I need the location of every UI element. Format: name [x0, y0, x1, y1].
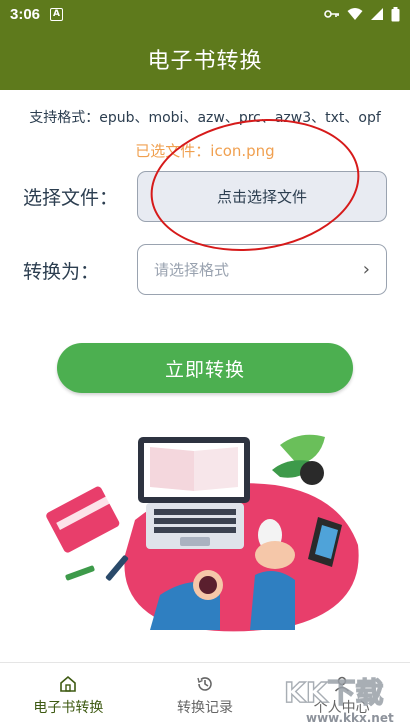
convert-now-button[interactable]: 立即转换 [57, 343, 353, 393]
nav-tab-ebook-convert[interactable]: 电子书转换 [0, 663, 137, 728]
wifi-icon [347, 8, 363, 20]
choose-file-label: 选择文件： [23, 187, 119, 209]
convert-to-label: 转换为： [23, 261, 100, 283]
status-icons [324, 6, 400, 22]
nav-tab-profile[interactable]: 个人中心 [273, 663, 410, 728]
nav-label: 个人中心 [313, 699, 370, 716]
app-bar: 电子书转换 [0, 28, 410, 90]
bottom-nav: 电子书转换 转换记录 个人中心 [0, 662, 410, 728]
signal-icon [371, 8, 383, 20]
format-select[interactable]: 请选择格式 › [137, 244, 387, 295]
nav-label: 转换记录 [177, 699, 233, 716]
choose-file-button[interactable]: 点击选择文件 [137, 171, 387, 222]
history-icon [197, 676, 212, 691]
chevron-right-icon: › [362, 259, 370, 280]
supported-formats-text: 支持格式：epub、mobi、azw、prc、azw3、txt、opf [29, 110, 381, 126]
person-icon [334, 676, 349, 692]
status-bar: 3:06 A [0, 0, 410, 28]
status-time: 3:06 [10, 5, 41, 23]
reading-illustration [46, 434, 359, 632]
page-title: 电子书转换 [147, 49, 263, 74]
battery-icon [391, 6, 400, 21]
format-select-placeholder: 请选择格式 [154, 261, 230, 279]
selected-file-text: 已选文件：icon.png [135, 142, 275, 160]
nav-tab-history[interactable]: 转换记录 [137, 663, 274, 728]
home-icon [60, 675, 77, 692]
notification-a-icon: A [50, 7, 64, 21]
key-icon [324, 10, 339, 18]
nav-label: 电子书转换 [33, 699, 104, 716]
